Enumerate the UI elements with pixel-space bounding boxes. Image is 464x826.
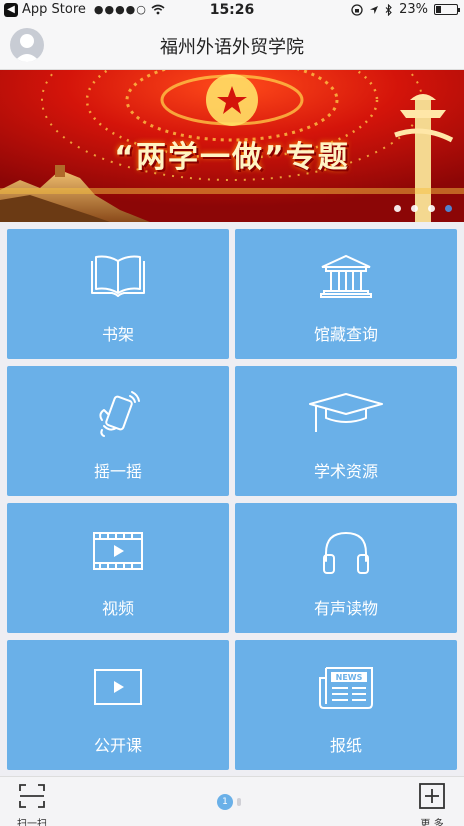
- scan-label: 扫一扫: [17, 819, 47, 826]
- bottom-toolbar: 扫一扫 1 更 多: [0, 776, 464, 826]
- tile-audiobooks[interactable]: 有声读物: [235, 503, 457, 633]
- carousel-dot[interactable]: [394, 205, 401, 212]
- tile-catalog-search[interactable]: 馆藏查询: [235, 229, 457, 359]
- tile-video[interactable]: 视频: [7, 503, 229, 633]
- status-bar: ◀ App Store ●●●●○ 15:26 23%: [0, 0, 464, 20]
- carousel-indicators: [394, 205, 452, 212]
- newspaper-icon: NEWS: [319, 667, 373, 709]
- tile-bookshelf[interactable]: 书架: [7, 229, 229, 359]
- book-icon: [91, 255, 145, 297]
- tile-label: 学术资源: [313, 462, 378, 481]
- tile-label: 摇一摇: [93, 462, 142, 481]
- newspaper-icon-text: NEWS: [336, 673, 363, 682]
- tile-label: 馆藏查询: [313, 325, 378, 344]
- play-screen-icon: [94, 669, 142, 705]
- more-label: 更 多: [420, 819, 444, 826]
- location-icon: [370, 5, 379, 14]
- scan-button[interactable]: 扫一扫: [12, 783, 52, 826]
- carousel-dot[interactable]: [411, 205, 418, 212]
- tile-academic-resources[interactable]: 学术资源: [235, 366, 457, 496]
- library-building-icon: [320, 254, 372, 298]
- tile-open-course[interactable]: 公开课: [7, 640, 229, 770]
- carousel-dot[interactable]: [428, 205, 435, 212]
- video-icon: [93, 532, 143, 570]
- bluetooth-icon: [385, 3, 392, 16]
- tile-shake[interactable]: 摇一摇: [7, 366, 229, 496]
- page-indicator: 1: [217, 794, 241, 810]
- banner-title: “两学一做”专题: [114, 140, 350, 175]
- current-page: 1: [217, 794, 233, 810]
- shake-phone-icon: [99, 391, 140, 437]
- tile-newspaper[interactable]: NEWS 报纸: [235, 640, 457, 770]
- graduation-cap-icon: [309, 393, 383, 432]
- tile-label: 有声读物: [313, 599, 378, 618]
- page-title: 福州外语外贸学院: [160, 37, 304, 58]
- battery-percent: 23%: [399, 2, 428, 17]
- tile-label: 报纸: [329, 736, 362, 755]
- headphones-icon: [323, 531, 369, 574]
- next-page-dot[interactable]: [237, 798, 241, 806]
- more-button[interactable]: 更 多: [412, 783, 452, 826]
- carousel-dot-active[interactable]: [445, 205, 452, 212]
- plus-box-icon: [419, 783, 445, 809]
- banner-carousel[interactable]: “两学一做”专题: [0, 70, 464, 222]
- tile-label: 公开课: [93, 736, 142, 755]
- nav-bar: 福州外语外贸学院: [0, 20, 464, 70]
- tile-label: 视频: [101, 599, 134, 618]
- scan-icon: [19, 784, 45, 808]
- orientation-lock-icon: [351, 3, 363, 16]
- tile-label: 书架: [101, 325, 134, 344]
- battery-icon: [434, 4, 460, 15]
